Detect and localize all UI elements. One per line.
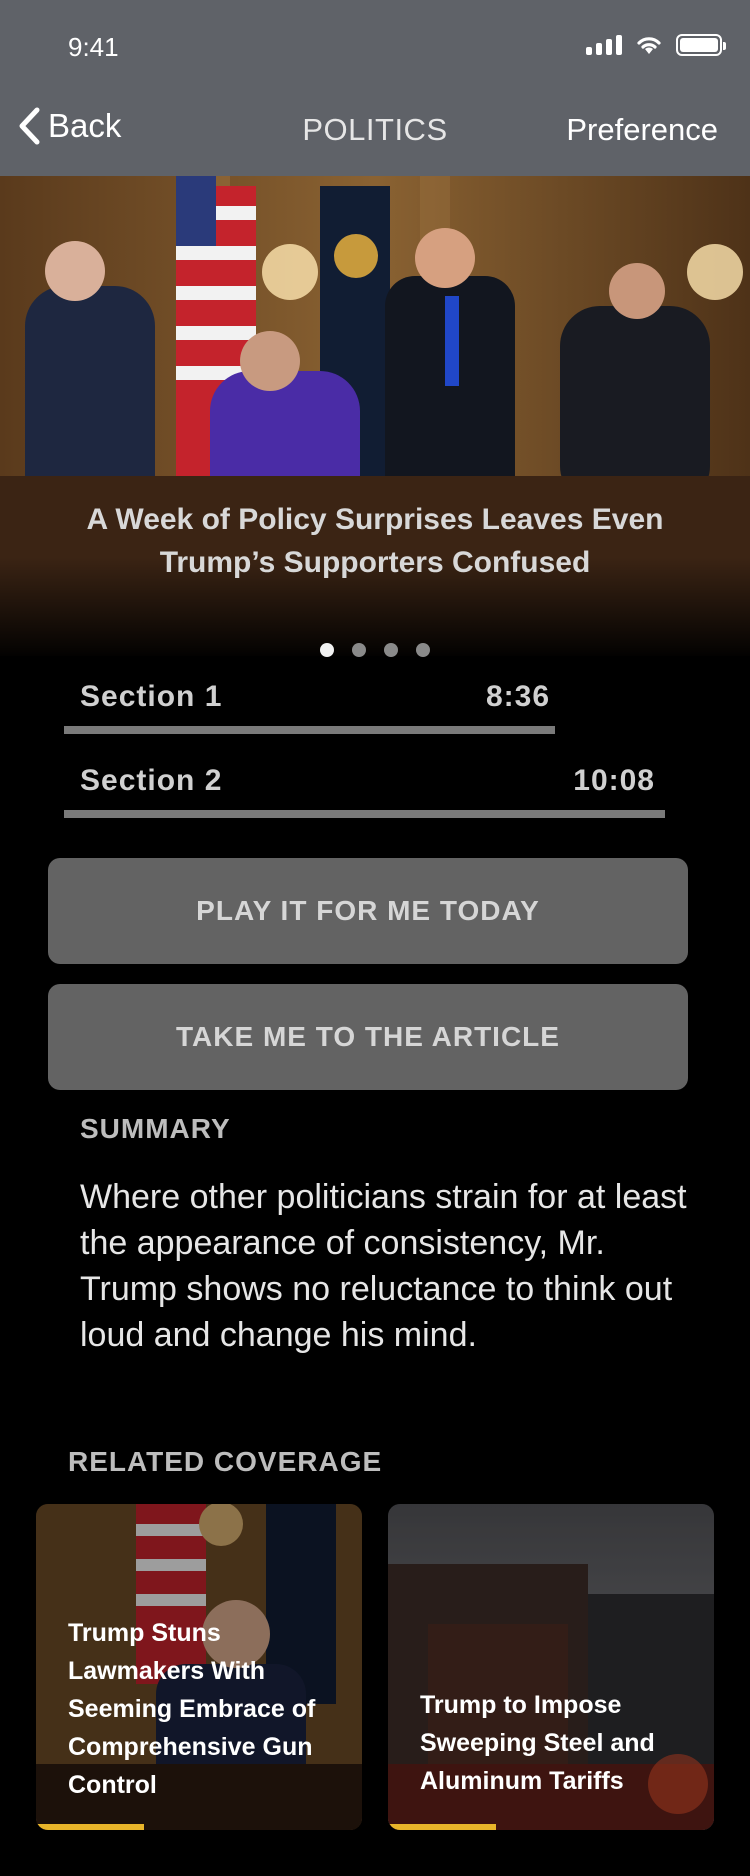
section-duration: 8:36 xyxy=(485,680,550,713)
hero-headline[interactable]: A Week of Policy Surprises Leaves Even T… xyxy=(0,498,750,584)
related-label: RELATED COVERAGE xyxy=(68,1446,383,1477)
related-card[interactable]: Trump Stuns Lawmakers With Seeming Embra… xyxy=(36,1504,362,1830)
article-button[interactable]: TAKE ME TO THE ARTICLE xyxy=(48,984,688,1090)
carousel-pager xyxy=(0,643,750,657)
wifi-icon xyxy=(637,37,661,54)
preference-button[interactable]: Preference xyxy=(566,112,718,148)
hero-image xyxy=(0,176,750,656)
related-card-progress xyxy=(36,1824,144,1830)
section-progress-bar[interactable] xyxy=(64,726,555,734)
signal-icon xyxy=(586,35,622,55)
pager-dot[interactable] xyxy=(416,643,430,657)
status-icons xyxy=(586,34,726,56)
section-row[interactable]: Section 1 8:36 xyxy=(80,680,550,714)
summary-text: Where other politicians strain for at le… xyxy=(80,1178,687,1354)
section-duration: 10:08 xyxy=(573,764,655,797)
play-button[interactable]: PLAY IT FOR ME TODAY xyxy=(48,858,688,964)
hero-carousel[interactable]: A Week of Policy Surprises Leaves Even T… xyxy=(0,176,750,656)
section-label: Section 2 xyxy=(80,764,223,797)
navigation-bar: 9:41 Back POLITICS Preference xyxy=(0,0,750,176)
related-card[interactable]: Trump to Impose Sweeping Steel and Alumi… xyxy=(388,1504,714,1830)
status-time: 9:41 xyxy=(68,32,119,62)
battery-icon xyxy=(676,34,726,56)
section-label: Section 1 xyxy=(80,680,223,713)
pager-dot[interactable] xyxy=(352,643,366,657)
related-card-title: Trump to Impose Sweeping Steel and Alumi… xyxy=(420,1691,655,1795)
section-row[interactable]: Section 2 10:08 xyxy=(80,764,655,798)
related-card-progress xyxy=(388,1824,496,1830)
pager-dot[interactable] xyxy=(384,643,398,657)
section-progress-bar[interactable] xyxy=(64,810,665,818)
related-card-title: Trump Stuns Lawmakers With Seeming Embra… xyxy=(68,1619,316,1799)
pager-dot[interactable] xyxy=(320,643,334,657)
summary-label: SUMMARY xyxy=(80,1113,231,1144)
